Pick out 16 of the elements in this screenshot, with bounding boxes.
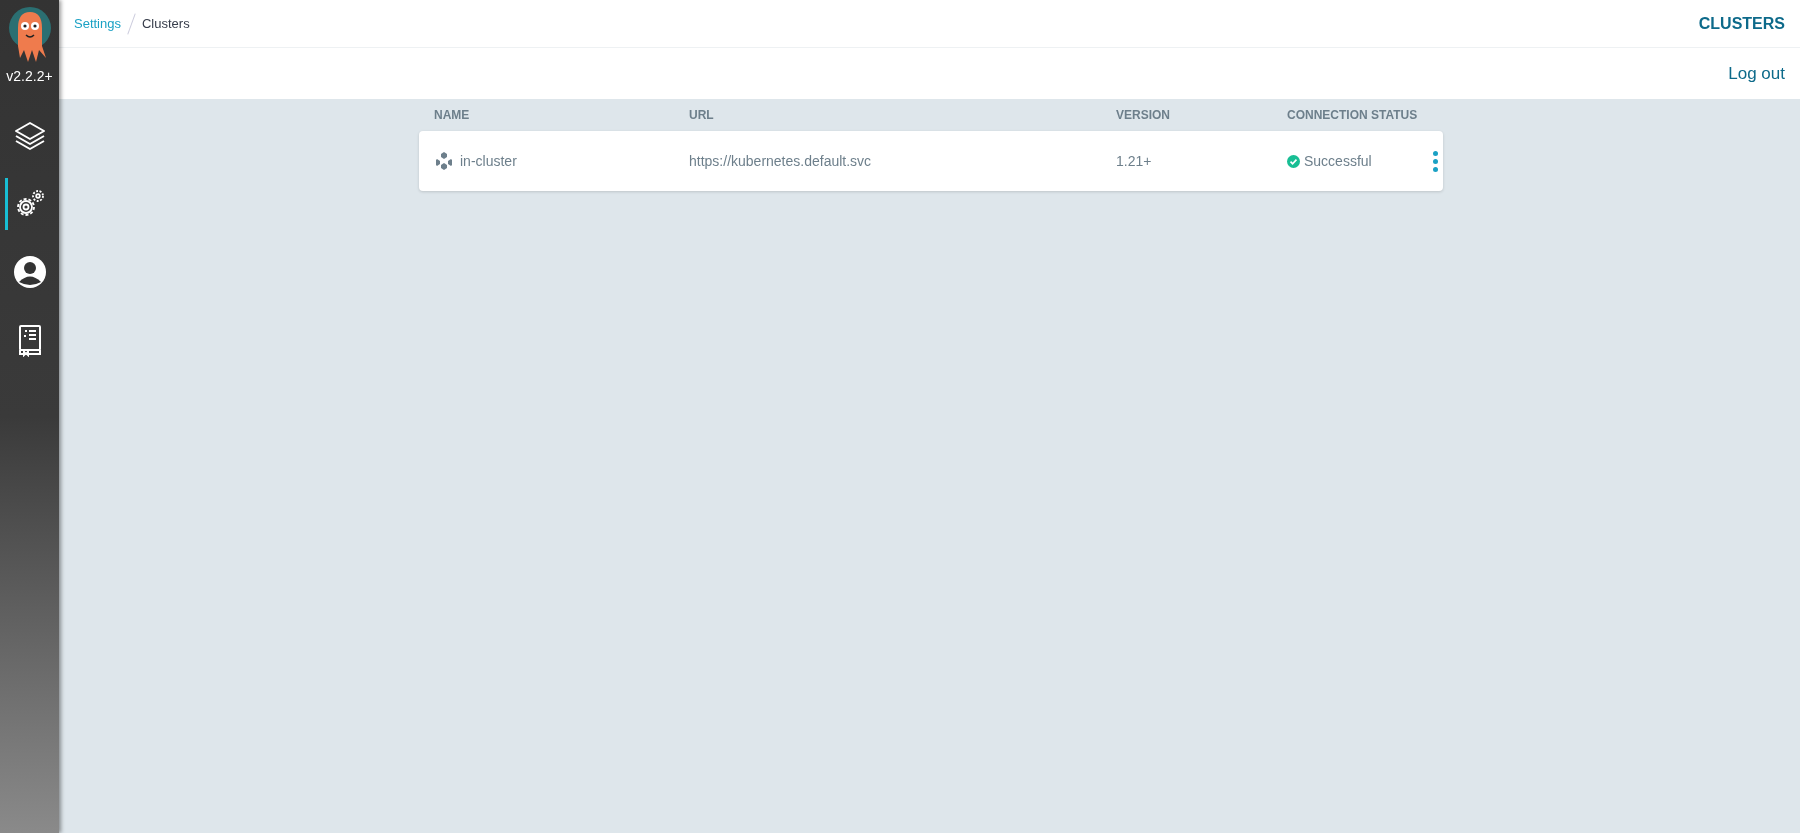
page-title: CLUSTERS <box>1698 14 1785 33</box>
connection-status: Successful <box>1304 153 1372 169</box>
user-icon <box>12 255 47 289</box>
column-header: VERSION <box>1116 108 1171 122</box>
logout-link[interactable]: Log out <box>1728 63 1785 84</box>
breadcrumb-link[interactable]: Settings <box>74 16 121 31</box>
column-header: URL <box>689 108 715 122</box>
version-label: v2.2.2+ <box>6 68 53 84</box>
cluster-url: https://kubernetes.default.svc <box>689 153 873 169</box>
cluster-row[interactable]: in-cluster https://kubernetes.default.svc 1.21+ Successful <box>419 131 1443 191</box>
breadcrumb-current: Clusters <box>142 16 190 31</box>
cluster-icon <box>434 151 454 171</box>
cluster-version: 1.21+ <box>1116 153 1153 169</box>
column-header: NAME <box>434 108 471 122</box>
cluster-name: in-cluster <box>460 153 517 169</box>
layers-icon <box>12 119 47 153</box>
